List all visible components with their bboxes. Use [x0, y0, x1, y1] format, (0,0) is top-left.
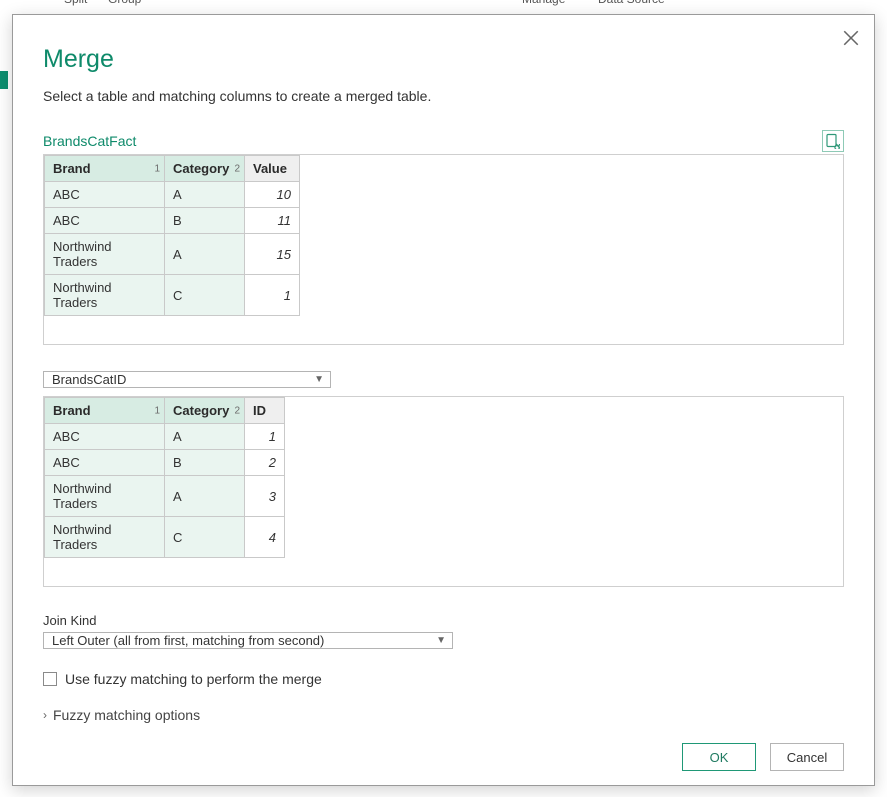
table2-header-brand[interactable]: Brand 1	[45, 398, 165, 424]
table1-panel: Brand 1 Category 2 Value AB	[43, 154, 844, 345]
fuzzy-options-expander[interactable]: › Fuzzy matching options	[43, 707, 844, 723]
fuzzy-checkbox-label: Use fuzzy matching to perform the merge	[65, 671, 322, 687]
column-label: Category	[173, 161, 229, 176]
background-active-cell	[0, 71, 8, 89]
table1-header-brand[interactable]: Brand 1	[45, 156, 165, 182]
cell-id: 3	[245, 476, 285, 517]
cell-brand: Northwind Traders	[45, 275, 165, 316]
table2[interactable]: Brand 1 Category 2 ID ABC	[44, 397, 285, 558]
chevron-right-icon: ›	[43, 708, 47, 722]
cancel-button[interactable]: Cancel	[770, 743, 844, 771]
close-button[interactable]	[842, 29, 860, 47]
table-row[interactable]: Northwind Traders A 15	[45, 234, 300, 275]
column-index: 1	[154, 405, 160, 416]
table2-dropdown[interactable]: BrandsCatID ▼	[43, 371, 331, 388]
dropdown-value: Left Outer (all from first, matching fro…	[52, 633, 324, 648]
background-ribbon: Split Group Manage Data Source	[0, 0, 887, 14]
table1-name: BrandsCatFact	[43, 133, 136, 149]
cell-brand: Northwind Traders	[45, 476, 165, 517]
cell-value: 11	[245, 208, 300, 234]
cell-category: A	[165, 424, 245, 450]
column-index: 1	[154, 163, 160, 174]
table-row[interactable]: ABC A 10	[45, 182, 300, 208]
expander-label: Fuzzy matching options	[53, 707, 200, 723]
cell-brand: Northwind Traders	[45, 234, 165, 275]
cell-category: A	[165, 234, 245, 275]
cell-category: A	[165, 476, 245, 517]
dropdown-value: BrandsCatID	[52, 372, 126, 387]
column-label: ID	[253, 403, 266, 418]
table2-header-category[interactable]: Category 2	[165, 398, 245, 424]
column-label: Category	[173, 403, 229, 418]
cell-value: 15	[245, 234, 300, 275]
cell-brand: ABC	[45, 208, 165, 234]
column-label: Brand	[53, 403, 91, 418]
table-row[interactable]: ABC B 2	[45, 450, 285, 476]
table1[interactable]: Brand 1 Category 2 Value AB	[44, 155, 300, 316]
cell-brand: ABC	[45, 182, 165, 208]
table-row[interactable]: Northwind Traders C 1	[45, 275, 300, 316]
table1-header-category[interactable]: Category 2	[165, 156, 245, 182]
table2-panel: Brand 1 Category 2 ID ABC	[43, 396, 844, 587]
cell-brand: ABC	[45, 450, 165, 476]
table1-refresh-button[interactable]	[822, 130, 844, 152]
ok-button[interactable]: OK	[682, 743, 756, 771]
table1-header-value[interactable]: Value	[245, 156, 300, 182]
join-kind-label: Join Kind	[43, 613, 844, 628]
cell-id: 4	[245, 517, 285, 558]
ribbon-item: Split	[64, 0, 87, 6]
dialog-subtitle: Select a table and matching columns to c…	[43, 88, 844, 104]
ribbon-item: Data Source	[598, 0, 665, 6]
table-row[interactable]: ABC A 1	[45, 424, 285, 450]
refresh-icon	[825, 133, 841, 149]
cell-brand: ABC	[45, 424, 165, 450]
cell-id: 2	[245, 450, 285, 476]
cell-category: B	[165, 450, 245, 476]
close-icon	[842, 29, 860, 47]
cell-id: 1	[245, 424, 285, 450]
cell-brand: Northwind Traders	[45, 517, 165, 558]
cell-category: C	[165, 275, 245, 316]
cell-category: B	[165, 208, 245, 234]
column-label: Value	[253, 161, 287, 176]
table-row[interactable]: Northwind Traders A 3	[45, 476, 285, 517]
table2-header-id[interactable]: ID	[245, 398, 285, 424]
column-label: Brand	[53, 161, 91, 176]
cell-category: C	[165, 517, 245, 558]
column-index: 2	[234, 405, 240, 416]
ribbon-item: Group	[108, 0, 141, 6]
table-row[interactable]: Northwind Traders C 4	[45, 517, 285, 558]
cell-category: A	[165, 182, 245, 208]
column-index: 2	[234, 163, 240, 174]
chevron-down-icon: ▼	[314, 374, 324, 385]
join-kind-dropdown[interactable]: Left Outer (all from first, matching fro…	[43, 632, 453, 649]
cell-value: 10	[245, 182, 300, 208]
cell-value: 1	[245, 275, 300, 316]
fuzzy-checkbox[interactable]	[43, 672, 57, 686]
ribbon-item: Manage	[522, 0, 565, 6]
merge-dialog: Merge Select a table and matching column…	[12, 14, 875, 786]
chevron-down-icon: ▼	[436, 635, 446, 646]
table-row[interactable]: ABC B 11	[45, 208, 300, 234]
dialog-title: Merge	[43, 45, 844, 74]
